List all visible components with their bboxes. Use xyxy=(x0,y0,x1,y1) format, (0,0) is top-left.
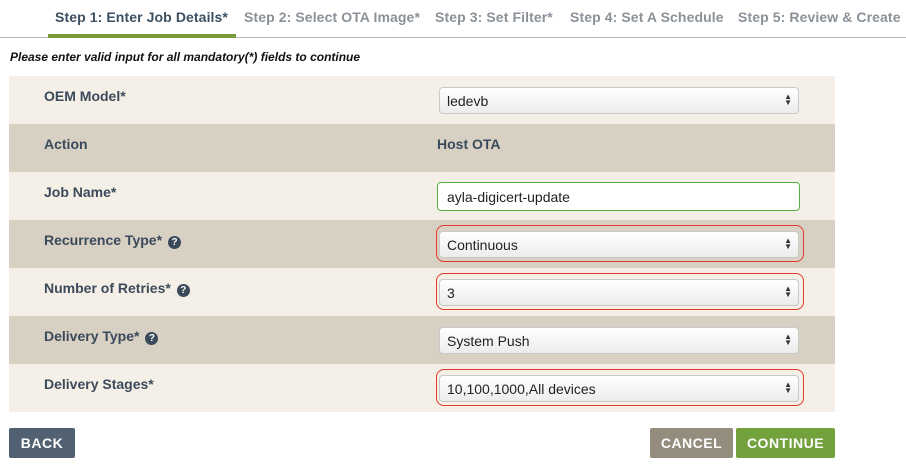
action-value: Host OTA xyxy=(437,136,501,152)
recurrence-type-label: Recurrence Type*? xyxy=(44,232,182,249)
cancel-button[interactable]: CANCEL xyxy=(650,428,733,458)
help-icon[interactable]: ? xyxy=(168,236,182,249)
delivery-type-select[interactable]: System Push ▲ ▼ xyxy=(439,327,799,354)
continue-button[interactable]: CONTINUE xyxy=(736,428,835,458)
number-of-retries-value: 3 xyxy=(447,285,455,301)
job-name-row: Job Name* ayla-digicert-update xyxy=(9,172,835,220)
validation-notice: Please enter valid input for all mandato… xyxy=(10,50,361,64)
select-arrows-icon: ▲ ▼ xyxy=(784,332,792,347)
job-name-input[interactable]: ayla-digicert-update xyxy=(437,182,800,211)
select-arrows-icon: ▲ ▼ xyxy=(784,92,792,107)
delivery-type-label-text: Delivery Type* xyxy=(44,328,140,344)
step-1-tab[interactable]: Step 1: Enter Job Details* xyxy=(55,9,228,25)
active-step-indicator xyxy=(48,34,236,38)
help-icon[interactable]: ? xyxy=(176,284,190,297)
oem-model-select[interactable]: ledevb ▲ ▼ xyxy=(439,87,799,114)
number-of-retries-label-text: Number of Retries* xyxy=(44,280,171,296)
action-row: Action Host OTA xyxy=(9,124,835,172)
delivery-stages-value: 10,100,1000,All devices xyxy=(447,381,596,397)
recurrence-type-value: Continuous xyxy=(447,237,518,253)
help-icon[interactable]: ? xyxy=(145,332,159,345)
delivery-type-row: Delivery Type*? System Push ▲ ▼ xyxy=(9,316,835,364)
job-name-label: Job Name* xyxy=(44,184,117,200)
delivery-type-value: System Push xyxy=(447,333,530,349)
job-details-form: OEM Model* ledevb ▲ ▼ Action Host OTA Job… xyxy=(9,76,835,412)
delivery-stages-select[interactable]: 10,100,1000,All devices ▲ ▼ xyxy=(439,375,799,402)
recurrence-type-row: Recurrence Type*? Continuous ▲ ▼ xyxy=(9,220,835,268)
step-3-tab[interactable]: Step 3: Set Filter* xyxy=(435,9,553,25)
oem-model-value: ledevb xyxy=(447,93,489,109)
number-of-retries-row: Number of Retries*? 3 ▲ ▼ xyxy=(9,268,835,316)
delivery-stages-row: Delivery Stages* 10,100,1000,All devices… xyxy=(9,364,835,412)
number-of-retries-select[interactable]: 3 ▲ ▼ xyxy=(439,279,799,306)
oem-model-label: OEM Model* xyxy=(44,88,126,104)
delivery-type-label: Delivery Type*? xyxy=(44,328,159,345)
step-4-tab[interactable]: Step 4: Set A Schedule xyxy=(570,9,724,25)
step-5-tab[interactable]: Step 5: Review & Create xyxy=(738,9,901,25)
action-label: Action xyxy=(44,136,88,152)
oem-model-row: OEM Model* ledevb ▲ ▼ xyxy=(9,76,835,124)
number-of-retries-label: Number of Retries*? xyxy=(44,280,190,297)
back-button[interactable]: BACK xyxy=(9,428,75,458)
select-arrows-icon: ▲ ▼ xyxy=(784,236,792,251)
select-arrows-icon: ▲ ▼ xyxy=(784,380,792,395)
delivery-stages-label: Delivery Stages* xyxy=(44,376,154,392)
wizard-steps: Step 1: Enter Job Details* Step 2: Selec… xyxy=(0,0,906,38)
select-arrows-icon: ▲ ▼ xyxy=(784,284,792,299)
step-2-tab[interactable]: Step 2: Select OTA Image* xyxy=(244,9,420,25)
recurrence-type-label-text: Recurrence Type* xyxy=(44,232,163,248)
recurrence-type-select[interactable]: Continuous ▲ ▼ xyxy=(439,231,799,258)
